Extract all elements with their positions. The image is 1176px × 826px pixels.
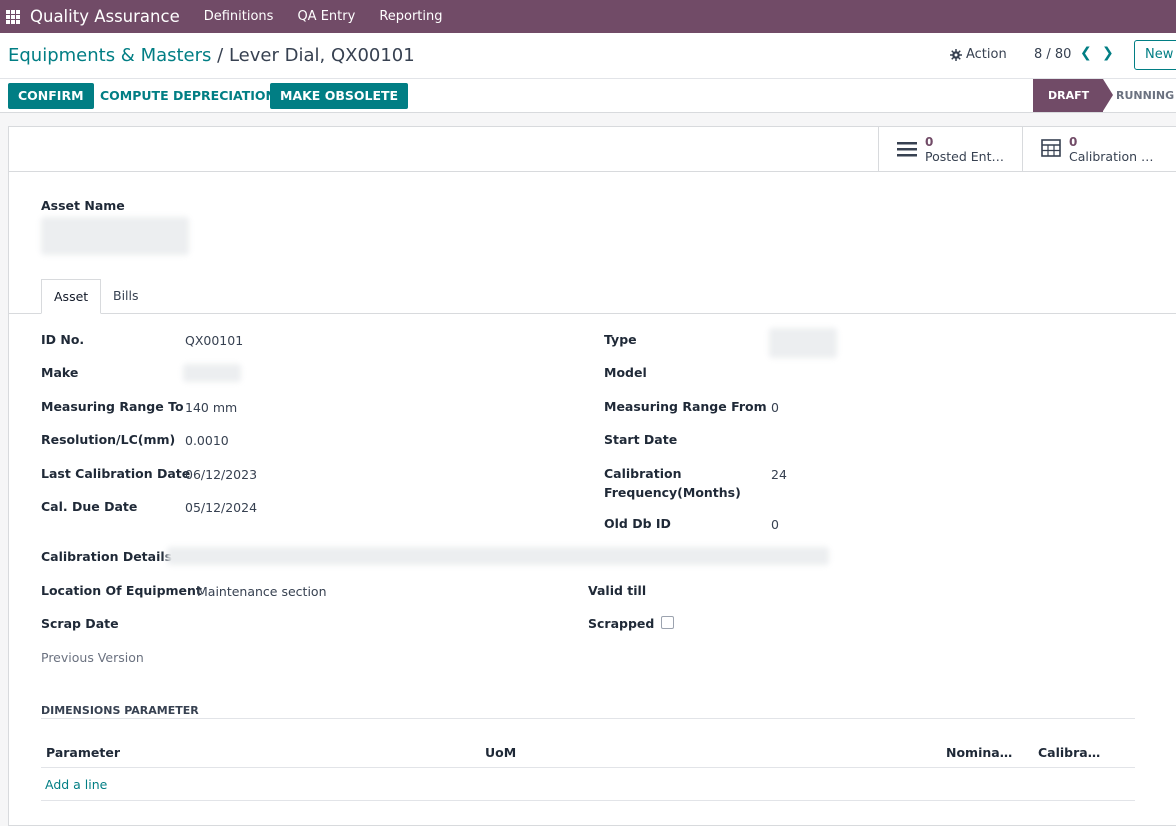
- measuring-range-from-value[interactable]: 0: [771, 400, 779, 415]
- id-no-value[interactable]: QX00101: [185, 333, 243, 348]
- breadcrumb-separator: /: [217, 45, 224, 66]
- resolution-label: Resolution/LC(mm): [41, 432, 176, 447]
- start-date-label: Start Date: [604, 432, 678, 447]
- table-row-divider: [41, 800, 1135, 801]
- gear-icon: [950, 48, 962, 61]
- asset-name-label: Asset Name: [41, 198, 125, 213]
- button-box: 0 Posted Ent… 0 Calibration …: [9, 127, 1176, 172]
- calibration-details-value[interactable]: [167, 547, 829, 565]
- model-label: Model: [604, 365, 647, 380]
- valid-till-label: Valid till: [588, 583, 647, 598]
- cal-due-date-value[interactable]: 05/12/2024: [185, 500, 257, 515]
- breadcrumb-current: Lever Dial, QX00101: [228, 45, 415, 66]
- new-button[interactable]: New: [1134, 40, 1176, 70]
- pager-next-icon[interactable]: ❯: [1102, 45, 1114, 61]
- make-value[interactable]: [183, 364, 241, 382]
- calibration-smart-button[interactable]: 0 Calibration …: [1022, 127, 1176, 171]
- notebook-tabs: Asset Bills: [9, 279, 1176, 314]
- dimensions-section-title: DIMENSIONS PARAMETER: [41, 704, 199, 717]
- apps-menu-icon[interactable]: [6, 9, 20, 24]
- id-no-label: ID No.: [41, 332, 85, 347]
- stage-draft[interactable]: DRAFT: [1033, 79, 1113, 112]
- type-value[interactable]: [769, 328, 837, 358]
- scrapped-label: Scrapped: [588, 616, 655, 631]
- menu-definitions[interactable]: Definitions: [204, 9, 274, 24]
- calibration-label: Calibration …: [1069, 149, 1154, 164]
- old-db-id-label: Old Db ID: [604, 516, 671, 531]
- make-obsolete-button[interactable]: MAKE OBSOLETE: [270, 83, 409, 109]
- make-label: Make: [41, 365, 79, 380]
- location-value[interactable]: Maintenance section: [197, 584, 327, 599]
- form-sheet: 0 Posted Ent… 0 Calibration … Asset Name…: [8, 126, 1176, 826]
- stage-running[interactable]: RUNNING: [1116, 89, 1174, 102]
- asset-name-field[interactable]: [41, 217, 189, 255]
- column-calibration[interactable]: Calibra…: [1038, 745, 1100, 760]
- menu-qa-entry[interactable]: QA Entry: [297, 9, 355, 24]
- calibration-details-label: Calibration Details: [41, 549, 173, 564]
- resolution-value[interactable]: 0.0010: [185, 433, 229, 448]
- calibration-count: 0: [1069, 135, 1078, 149]
- scrapped-checkbox[interactable]: [661, 616, 674, 629]
- list-icon: [897, 142, 917, 157]
- menu-reporting[interactable]: Reporting: [379, 9, 442, 24]
- calibration-frequency-label-line1: Calibration: [604, 466, 682, 481]
- location-label: Location Of Equipment: [41, 583, 202, 598]
- cal-due-date-label: Cal. Due Date: [41, 499, 138, 514]
- breadcrumb-parent[interactable]: Equipments & Masters: [8, 45, 211, 66]
- old-db-id-value[interactable]: 0: [771, 517, 779, 532]
- last-calibration-date-label: Last Calibration Date: [41, 466, 191, 481]
- type-label: Type: [604, 332, 637, 347]
- add-line-link[interactable]: Add a line: [45, 777, 107, 792]
- column-uom[interactable]: UoM: [485, 745, 516, 760]
- pager-value[interactable]: 8 / 80: [1034, 47, 1071, 62]
- confirm-button[interactable]: CONFIRM: [8, 83, 94, 109]
- section-divider: [41, 718, 1135, 719]
- compute-depreciation-button[interactable]: COMPUTE DEPRECIATION: [90, 83, 286, 109]
- measuring-range-to-label: Measuring Range To: [41, 399, 184, 414]
- column-parameter[interactable]: Parameter: [46, 745, 120, 760]
- top-navbar: Quality Assurance Definitions QA Entry R…: [0, 0, 1176, 33]
- measuring-range-to-value[interactable]: 140 mm: [185, 400, 237, 415]
- tab-asset[interactable]: Asset: [41, 279, 102, 314]
- tab-bills[interactable]: Bills: [101, 279, 151, 314]
- pager-previous-icon[interactable]: ❮: [1080, 45, 1092, 61]
- posted-entries-smart-button[interactable]: 0 Posted Ent…: [878, 127, 1022, 171]
- posted-entries-label: Posted Ent…: [925, 149, 1004, 164]
- table-icon: [1041, 139, 1061, 157]
- breadcrumb: Equipments & Masters / Lever Dial, QX001…: [8, 45, 415, 66]
- last-calibration-date-value[interactable]: 06/12/2023: [185, 467, 257, 482]
- previous-version-label: Previous Version: [41, 650, 144, 665]
- scrap-date-label: Scrap Date: [41, 616, 119, 631]
- action-label: Action: [966, 47, 1007, 62]
- column-nominal[interactable]: Nomina…: [946, 745, 1012, 760]
- posted-entries-count: 0: [925, 135, 934, 149]
- divider: [0, 78, 1176, 79]
- control-panel: Equipments & Masters / Lever Dial, QX001…: [0, 33, 1176, 113]
- calibration-frequency-label-line2: Frequency(Months): [604, 485, 741, 500]
- table-header-divider: [41, 767, 1135, 768]
- app-name[interactable]: Quality Assurance: [30, 7, 180, 26]
- action-button[interactable]: Action: [950, 47, 1007, 62]
- calibration-frequency-value[interactable]: 24: [771, 467, 787, 482]
- measuring-range-from-label: Measuring Range From: [604, 399, 767, 414]
